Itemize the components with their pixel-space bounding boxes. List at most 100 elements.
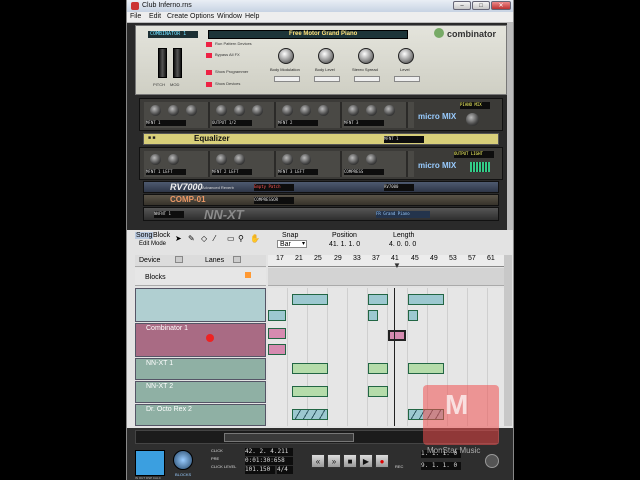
eraser-tool-icon[interactable]: ◇ <box>201 234 207 243</box>
master-knob[interactable] <box>466 113 479 126</box>
blocks-toggle-icon[interactable] <box>245 272 251 278</box>
clip[interactable] <box>292 409 328 420</box>
channel-knob[interactable] <box>186 105 197 116</box>
selected-clip[interactable] <box>388 330 406 341</box>
track-nnxt-2[interactable]: NN-XT 2 <box>135 381 266 403</box>
channel-knob[interactable] <box>234 105 245 116</box>
channel-knob[interactable] <box>252 105 263 116</box>
menu-file[interactable]: File <box>130 13 141 20</box>
menu-options[interactable]: Options <box>190 13 214 20</box>
channel-knob[interactable] <box>216 105 227 116</box>
record-enable-button[interactable] <box>206 334 214 342</box>
close-button[interactable]: ✕ <box>491 1 511 10</box>
channel-knob[interactable] <box>300 154 311 165</box>
fast-forward-icon[interactable]: » <box>327 454 341 468</box>
bypass-fx-button[interactable] <box>206 53 212 58</box>
clip[interactable] <box>408 294 444 305</box>
rotary-knob-1[interactable] <box>278 48 294 64</box>
channel-knob[interactable] <box>150 154 161 165</box>
clip[interactable] <box>268 344 286 355</box>
stop-icon[interactable]: ■ <box>343 454 357 468</box>
clip[interactable] <box>368 363 388 374</box>
show-programmer-button[interactable] <box>206 70 212 75</box>
timeline-ruler[interactable]: 17 21 25 29 33 37 41 45 49 53 57 61 ▼ <box>268 255 504 270</box>
nnxt-tag[interactable]: NNFNT 1 <box>154 211 184 218</box>
rv7000-patch[interactable]: Empty Patch <box>254 184 294 191</box>
snap-select[interactable]: Bar ▾ <box>277 240 307 248</box>
combinator-name-display[interactable]: COMBINATOR 1 <box>148 31 198 38</box>
eq-bypass-switch[interactable]: ■ ■ <box>148 135 155 141</box>
knob-4-slot[interactable] <box>394 76 420 82</box>
knob-3-slot[interactable] <box>354 76 380 82</box>
clip[interactable] <box>268 328 286 339</box>
channel-knob[interactable] <box>168 105 179 116</box>
rotary-knob-3[interactable] <box>358 48 374 64</box>
channel-knob[interactable] <box>366 154 377 165</box>
blocks-lane[interactable] <box>268 268 504 286</box>
show-devices-button[interactable] <box>206 82 212 87</box>
rv7000-tag[interactable]: RV7000 <box>384 184 414 191</box>
track-dr-octo-rex[interactable]: Dr. Octo Rex 2 <box>135 404 266 426</box>
channel-knob[interactable] <box>150 105 161 116</box>
rotary-knob-4[interactable] <box>398 48 414 64</box>
loop-right-locator[interactable]: 9. 1. 1. 0 <box>421 462 461 470</box>
clip[interactable] <box>292 386 328 397</box>
overview-range[interactable] <box>224 433 354 442</box>
clip[interactable] <box>368 386 388 397</box>
clip[interactable] <box>408 310 418 321</box>
channel-knob[interactable] <box>282 105 293 116</box>
channel-knob[interactable] <box>168 154 179 165</box>
channel-knob[interactable] <box>366 105 377 116</box>
comp01-tag[interactable]: COMPRESSOR <box>254 197 294 204</box>
menu-edit[interactable]: Edit <box>149 13 161 20</box>
razor-tool-icon[interactable]: ⁄ <box>214 234 215 243</box>
micromix-1-patch[interactable]: PIANO MIX <box>460 102 490 109</box>
channel-knob[interactable] <box>216 154 227 165</box>
patch-browser[interactable]: Free Motor Grand Piano <box>208 30 408 39</box>
clip[interactable] <box>368 294 388 305</box>
run-pattern-button[interactable] <box>206 42 212 47</box>
song-tab[interactable]: Song <box>135 232 154 239</box>
knob-1-slot[interactable] <box>274 76 300 82</box>
add-lane-button[interactable] <box>233 256 241 263</box>
mod-wheel[interactable] <box>173 48 182 78</box>
hand-tool-icon[interactable]: ✋ <box>250 234 260 243</box>
time-counter[interactable]: 0:01:30:658 <box>245 457 293 465</box>
length-value[interactable]: 4. 0. 0. 0 <box>389 241 416 248</box>
track-combinator[interactable]: Combinator 1 <box>135 323 266 357</box>
record-icon[interactable]: ● <box>375 454 389 468</box>
knob-2-slot[interactable] <box>314 76 340 82</box>
sequencer-vertical-scrollbar[interactable] <box>504 255 512 426</box>
tempo-display[interactable]: 101.150 <box>245 466 275 474</box>
channel-knob[interactable] <box>234 154 245 165</box>
maximize-button[interactable]: □ <box>472 1 490 10</box>
signature-display[interactable]: 4/4 <box>277 466 293 474</box>
channel-knob[interactable] <box>282 154 293 165</box>
clip[interactable] <box>292 294 328 305</box>
play-icon[interactable]: ▶ <box>359 454 373 468</box>
clip[interactable] <box>292 363 328 374</box>
rack-scrollbar[interactable] <box>507 23 513 230</box>
bars-counter[interactable]: 42. 2. 4.211 <box>245 448 293 456</box>
nnxt-patch[interactable]: FR Grand Piano <box>376 211 430 218</box>
clip[interactable] <box>368 310 378 321</box>
position-value[interactable]: 41. 1. 1. 0 <box>329 241 360 248</box>
micromix-2-patch[interactable]: OUTPUT LIGHT <box>454 151 494 158</box>
channel-knob[interactable] <box>300 105 311 116</box>
mute-tool-icon[interactable]: ▭ <box>227 234 235 243</box>
eq-tag[interactable]: MFNT 1 <box>384 136 424 143</box>
pitch-wheel[interactable] <box>158 48 167 78</box>
edit-mode-button[interactable]: Edit Mode <box>139 241 166 247</box>
menu-window[interactable]: Window <box>217 13 242 20</box>
track-nnxt-1[interactable]: NN-XT 1 <box>135 358 266 380</box>
channel-knob[interactable] <box>348 105 359 116</box>
magnify-tool-icon[interactable]: ⚲ <box>238 234 244 243</box>
rewind-icon[interactable]: « <box>311 454 325 468</box>
track-combinator-parent[interactable] <box>135 288 266 322</box>
channel-knob[interactable] <box>384 105 395 116</box>
clip[interactable] <box>268 310 286 321</box>
minimize-button[interactable]: – <box>453 1 471 10</box>
master-level-knob[interactable] <box>485 454 499 468</box>
menu-help[interactable]: Help <box>245 13 259 20</box>
add-track-button[interactable] <box>175 256 183 263</box>
